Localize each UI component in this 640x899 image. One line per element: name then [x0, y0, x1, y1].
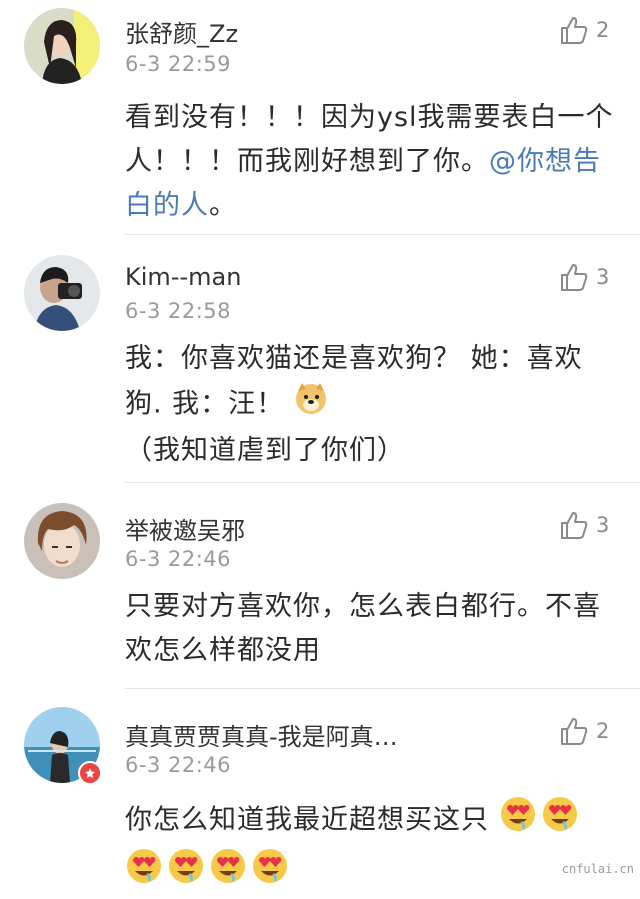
- thumbs-up-icon: [561, 512, 588, 539]
- like-button[interactable]: 3: [558, 507, 628, 543]
- like-count: 3: [596, 265, 610, 289]
- username[interactable]: 真真贾贾真真-我是阿真…: [125, 717, 398, 752]
- comment-text: 只要对方喜欢你，怎么表白都行。不喜欢怎么样都没用: [125, 591, 601, 666]
- comment-text: 看到没有！！！因为ysl我需要表白一个人！！！而我刚好想到了你。@你想告白的人。: [125, 96, 615, 228]
- heart-eyes-emoji-icon: [167, 847, 205, 899]
- username[interactable]: 举被邀吴邪: [125, 511, 245, 546]
- like-count: 2: [596, 18, 610, 42]
- doge-emoji-icon: [294, 381, 328, 429]
- avatar[interactable]: [24, 8, 100, 84]
- vip-badge: [78, 761, 102, 785]
- comment-text-part: （我知道虐到了你们）: [125, 435, 405, 466]
- timestamp: 6-3 22:46: [125, 753, 231, 777]
- heart-eyes-emoji-icon: [499, 795, 537, 847]
- heart-eyes-emoji-icon: [251, 847, 289, 899]
- comment-item: 真真贾贾真真-我是阿真… 6-3 22:46 2 你怎么知道我最近超想买这只: [0, 689, 640, 883]
- like-button[interactable]: 3: [558, 259, 628, 295]
- timestamp: 6-3 22:59: [125, 52, 231, 76]
- timestamp: 6-3 22:58: [125, 299, 231, 323]
- heart-eyes-emoji-icon: [125, 847, 163, 899]
- thumbs-up-icon: [561, 718, 588, 745]
- comment-item: 张舒颜_Zz 6-3 22:59 2 看到没有！！！因为ysl我需要表白一个人！…: [0, 0, 640, 235]
- timestamp: 6-3 22:46: [125, 547, 231, 571]
- thumbs-up-icon: [561, 264, 588, 291]
- comment-item: 举被邀吴邪 6-3 22:46 3 只要对方喜欢你，怎么表白都行。不喜欢怎么样都…: [0, 483, 640, 688]
- comment-text: 我：你喜欢猫还是喜欢狗？ 她：喜欢狗. 我：汪！ （我知道虐到了你们）: [125, 337, 615, 473]
- avatar[interactable]: [24, 503, 100, 579]
- like-button[interactable]: 2: [558, 713, 628, 749]
- username[interactable]: Kim--man: [125, 263, 241, 291]
- heart-eyes-emoji-icon: [541, 795, 579, 847]
- watermark: cnfulai.cn: [561, 862, 634, 876]
- like-button[interactable]: 2: [558, 12, 628, 48]
- comment-text-part: 。: [209, 190, 237, 221]
- comment-item: Kim--man 6-3 22:58 3 我：你喜欢猫还是喜欢狗？ 她：喜欢狗.…: [0, 235, 640, 483]
- like-count: 2: [596, 719, 610, 743]
- avatar[interactable]: [24, 255, 100, 331]
- comment-text: 你怎么知道我最近超想买这只: [125, 795, 615, 899]
- like-count: 3: [596, 513, 610, 537]
- username[interactable]: 张舒颜_Zz: [125, 14, 238, 49]
- comment-text-part: 我：你喜欢猫还是喜欢狗？ 她：喜欢狗. 我：汪！: [125, 343, 583, 420]
- heart-eyes-emoji-icon: [209, 847, 247, 899]
- comment-text-part: 你怎么知道我最近超想买这只: [125, 804, 489, 836]
- thumbs-up-icon: [561, 17, 588, 44]
